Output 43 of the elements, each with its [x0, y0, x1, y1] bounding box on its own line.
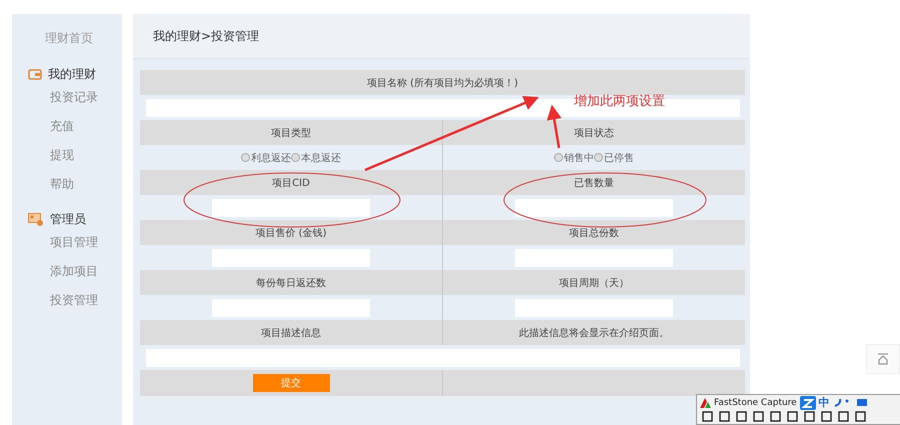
- column-header: 项目状态: [443, 120, 745, 145]
- radio-button[interactable]: [291, 153, 300, 162]
- column-header: 每份每日返还数: [140, 270, 443, 295]
- sidebar-link[interactable]: 投资记录: [12, 89, 122, 118]
- radio-label: 利息返还: [251, 152, 291, 164]
- sidebar-link[interactable]: 投资管理: [12, 292, 122, 321]
- back-to-top-button[interactable]: [866, 344, 900, 374]
- column-header: 项目CID: [140, 170, 443, 195]
- text-field[interactable]: [212, 198, 370, 216]
- wallet-icon: [28, 69, 42, 80]
- radio-button[interactable]: [241, 153, 250, 162]
- column-header: 项目周期（天）: [443, 270, 745, 295]
- column-header: 已售数量: [443, 170, 745, 195]
- column-header: 项目售价 (金钱): [140, 220, 443, 245]
- back-to-top-icon: [877, 353, 889, 365]
- radio-label: 已停售: [604, 152, 634, 164]
- annotation-arrow: [546, 104, 562, 148]
- admin-icon: [28, 213, 44, 226]
- text-field[interactable]: [515, 198, 673, 216]
- column-header: 项目类型: [140, 120, 443, 145]
- column-header: 项目总份数: [443, 220, 745, 245]
- logo-icon: [700, 398, 711, 408]
- radio-label: 销售中: [564, 152, 594, 164]
- column-header: 项目名称 (所有项目均为必填项！): [140, 70, 745, 95]
- toolbar-title: FastStone Capture: [714, 398, 797, 408]
- sidebar-link[interactable]: 添加项目: [12, 263, 122, 292]
- submit-button[interactable]: 提交: [252, 374, 330, 392]
- column-header: 此描述信息将会显示在介绍页面。: [443, 320, 745, 345]
- sidebar-section-title: 我的理财: [48, 66, 96, 83]
- radio-button[interactable]: [554, 153, 563, 162]
- radio-label: 本息返还: [301, 152, 341, 164]
- column-header: 项目描述信息: [140, 320, 443, 345]
- sidebar-link[interactable]: 项目管理: [12, 234, 122, 263]
- sidebar-link[interactable]: 提现: [12, 147, 122, 176]
- sidebar-section-title: 管理员: [50, 211, 86, 228]
- breadcrumb: 我的理财>投资管理: [153, 28, 260, 44]
- sidebar-link[interactable]: 理财首页: [12, 30, 122, 60]
- ime-mode-label: 中: [818, 395, 830, 410]
- ime-logo-icon: [800, 396, 816, 410]
- sidebar-link[interactable]: 帮助: [12, 176, 122, 205]
- annotation-note: 增加此两项设置: [574, 93, 665, 110]
- sidebar-link[interactable]: 充值: [12, 118, 122, 147]
- radio-button[interactable]: [594, 153, 603, 162]
